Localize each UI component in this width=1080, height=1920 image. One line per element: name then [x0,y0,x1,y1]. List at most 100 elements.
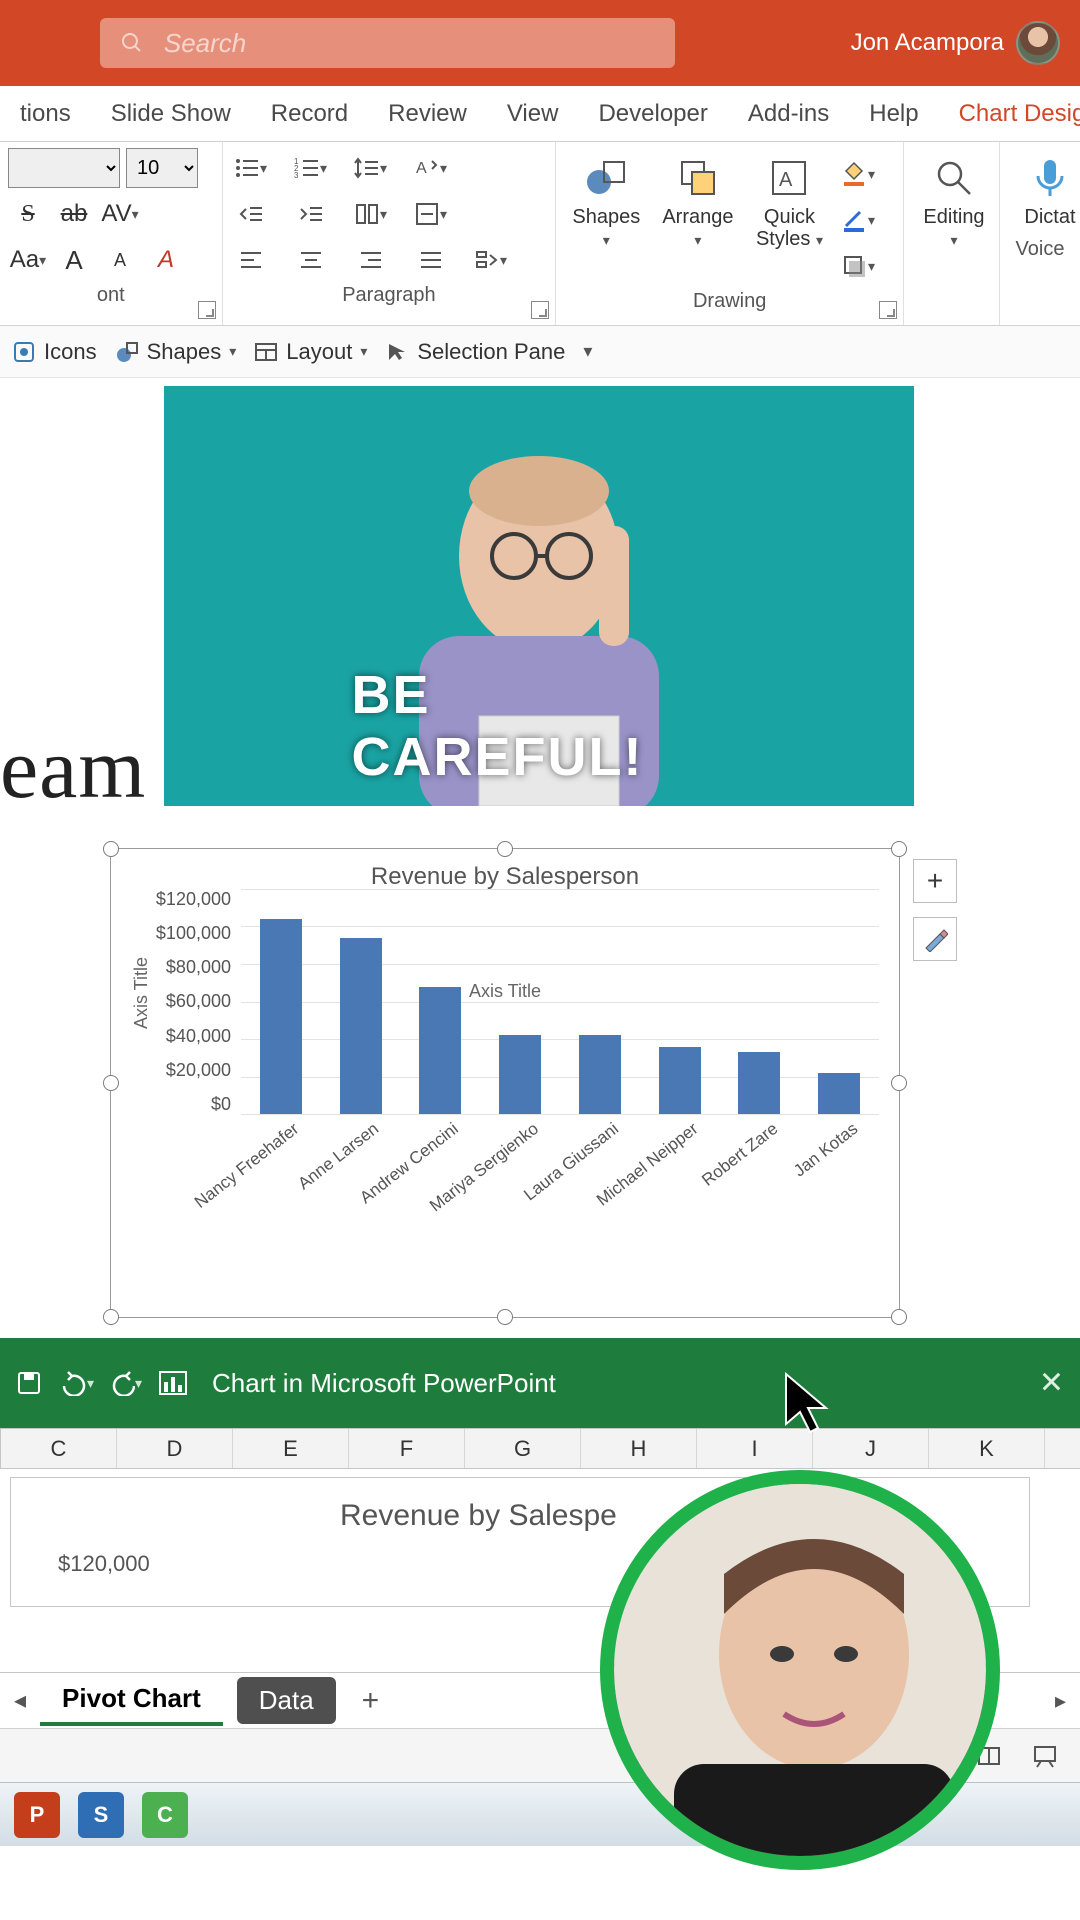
quick-styles-button[interactable]: A Quick Styles ▾ [747,148,831,256]
sheet-nav-prev[interactable]: ◂ [14,1686,26,1715]
ribbon-group-voice: Dictat Voice [1000,142,1080,325]
toolbar-overflow[interactable]: ▾ [583,341,592,362]
justify-button[interactable] [411,240,451,280]
font-dialog-launcher[interactable] [198,301,216,319]
clear-formatting-button[interactable]: A [146,240,186,280]
taskbar-camtasia[interactable]: C [142,1792,188,1838]
excel-chart-icon[interactable] [156,1366,190,1400]
chart-bar[interactable] [818,1073,860,1114]
chart-elements-button[interactable]: + [913,859,957,903]
dictate-button[interactable]: Dictat [1008,148,1080,234]
chart-bar[interactable] [579,1035,621,1114]
excel-chart-ylabel: $120,000 [58,1551,150,1577]
excel-column-header[interactable]: E [233,1429,349,1468]
change-case-button[interactable]: Aa▾ [8,240,48,280]
shrink-font-button[interactable]: A [100,240,140,280]
tab-chart-design[interactable]: Chart Design [939,86,1080,141]
resize-handle-bc[interactable] [497,1309,513,1325]
chart-bar[interactable] [659,1047,701,1115]
tab-slide-show[interactable]: Slide Show [91,86,251,141]
grow-font-button[interactable]: A [54,240,94,280]
resize-handle-ml[interactable] [103,1075,119,1091]
user-account[interactable]: Jon Acampora [851,21,1060,65]
increase-indent-button[interactable] [291,194,331,234]
excel-column-header[interactable]: H [581,1429,697,1468]
strikethrough-button[interactable]: S [8,194,48,234]
character-spacing-button[interactable]: AV▾ [100,194,140,234]
tab-add-ins[interactable]: Add-ins [728,86,849,141]
sheet-scroll-right[interactable]: ▸ [1055,1688,1066,1714]
tab-review[interactable]: Review [368,86,487,141]
chart-bar[interactable] [340,938,382,1114]
chart-plot-area[interactable] [241,889,879,1115]
decrease-indent-button[interactable] [231,194,271,234]
chart-bar[interactable] [260,919,302,1114]
numbering-button[interactable]: 123▾ [291,148,331,188]
excel-column-header[interactable]: J [813,1429,929,1468]
tab-record[interactable]: Record [251,86,368,141]
shapes-command[interactable]: Shapes▾ [115,339,237,365]
resize-handle-tc[interactable] [497,841,513,857]
shape-outline-button[interactable]: ▾ [837,200,877,240]
sheet-tab-data[interactable]: Data [237,1677,336,1724]
text-direction-button[interactable]: A▾ [411,148,451,188]
chart-object[interactable]: + Revenue by Salesperson Axis Title $120… [110,848,900,1318]
voice-group-label: Voice [1008,234,1072,265]
excel-column-header[interactable]: G [465,1429,581,1468]
excel-column-header[interactable]: I [697,1429,813,1468]
tab-help[interactable]: Help [849,86,938,141]
font-name-select[interactable] [8,148,120,188]
tab-view[interactable]: View [487,86,579,141]
excel-redo-button[interactable]: ▾ [108,1366,142,1400]
icons-command[interactable]: Icons [12,339,97,365]
shape-effects-button[interactable]: ▾ [837,246,877,286]
double-strikethrough-button[interactable]: ab [54,194,94,234]
resize-handle-tl[interactable] [103,841,119,857]
chart-bar[interactable] [499,1035,541,1114]
resize-handle-bl[interactable] [103,1309,119,1325]
search-box[interactable] [100,18,675,68]
sheet-add-button[interactable]: + [350,1684,392,1718]
columns-button[interactable]: ▾ [351,194,391,234]
chart-floating-tools: + [913,859,957,961]
chart-bar[interactable] [419,987,461,1115]
bullets-button[interactable]: ▾ [231,148,271,188]
excel-column-header[interactable]: F [349,1429,465,1468]
align-text-button[interactable]: ▾ [411,194,451,234]
editing-button[interactable]: Editing▾ [912,148,996,256]
paragraph-dialog-launcher[interactable] [531,301,549,319]
tab-transitions-partial[interactable]: tions [0,86,91,141]
chart-bar[interactable] [738,1052,780,1114]
convert-smartart-button[interactable]: ▾ [471,240,511,280]
drawing-dialog-launcher[interactable] [879,301,897,319]
presenter-webcam-overlay [600,1470,1000,1870]
layout-command[interactable]: Layout▾ [254,339,367,365]
search-input[interactable] [164,28,655,59]
excel-column-header[interactable]: L [1045,1429,1080,1468]
excel-save-button[interactable] [12,1366,46,1400]
arrange-button[interactable]: Arrange▾ [654,148,741,256]
chart-styles-button[interactable] [913,917,957,961]
shape-fill-button[interactable]: ▾ [837,154,877,194]
resize-handle-mr[interactable] [891,1075,907,1091]
line-spacing-button[interactable]: ▾ [351,148,391,188]
align-right-button[interactable] [351,240,391,280]
align-center-button[interactable] [291,240,331,280]
taskbar-snagit[interactable]: S [78,1792,124,1838]
shapes-button[interactable]: Shapes▾ [564,148,648,256]
excel-close-button[interactable]: ✕ [1039,1366,1064,1401]
excel-column-header[interactable]: C [1,1429,117,1468]
font-size-select[interactable]: 10 [126,148,198,188]
excel-column-header[interactable]: D [117,1429,233,1468]
resize-handle-tr[interactable] [891,841,907,857]
taskbar-powerpoint[interactable]: P [14,1792,60,1838]
excel-undo-button[interactable]: ▾ [60,1366,94,1400]
excel-column-header[interactable]: K [929,1429,1045,1468]
sheet-tab-pivot-chart[interactable]: Pivot Chart [40,1675,223,1726]
selection-pane-command[interactable]: Selection Pane [385,339,565,365]
slideshow-view-button[interactable] [1030,1741,1060,1771]
resize-handle-br[interactable] [891,1309,907,1325]
tab-developer[interactable]: Developer [578,86,727,141]
align-left-button[interactable] [231,240,271,280]
slide-canvas[interactable]: eam P BE CAREFUL! + Revenue by Salespers… [0,378,1080,1338]
